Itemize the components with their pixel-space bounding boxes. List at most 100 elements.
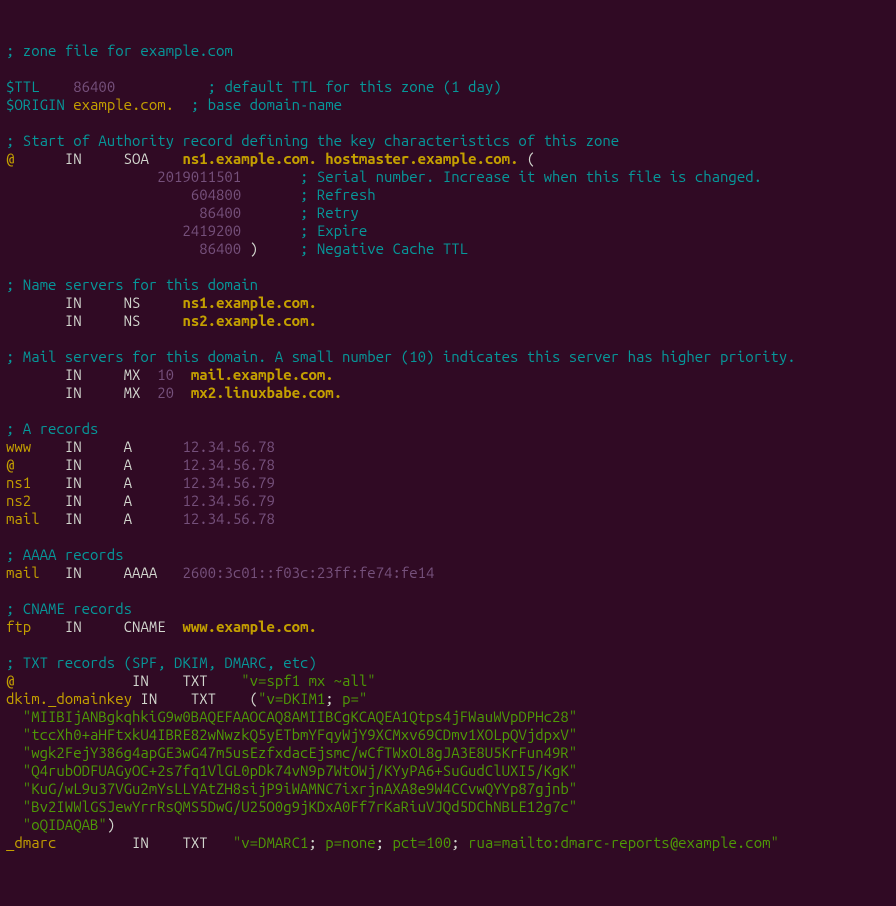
dkim-line-1: "MIIBIjANBgkqhkiG9w0BAQEFAAOCAQ8AMIIBCgK… — [6, 708, 577, 725]
comment-cname: ; CNAME records — [6, 600, 132, 617]
cname-ftp-name: ftp — [6, 618, 31, 635]
soa-mail: hostmaster.example.com. — [325, 150, 518, 167]
mx2-prio: 20 — [157, 384, 174, 401]
ttl-comment: ; default TTL for this zone (1 day) — [208, 78, 502, 95]
soa-type: SOA — [124, 150, 149, 167]
serial-cmt: ; Serial number. Increase it when this f… — [300, 168, 762, 185]
refresh-cmt: ; Refresh — [300, 186, 376, 203]
a-at-type: A — [124, 456, 132, 473]
soa-in: IN — [65, 150, 82, 167]
mx1-type: MX — [124, 366, 141, 383]
origin-directive: $ORIGIN — [6, 96, 65, 113]
ns1-in: IN — [65, 294, 82, 311]
txt-spf-name: @ — [6, 672, 14, 689]
soa-ns: ns1.example.com. — [182, 150, 316, 167]
a-at-in: IN — [65, 456, 82, 473]
a-www-type: A — [124, 438, 132, 455]
aaaa-mail-in: IN — [65, 564, 82, 581]
comment-zone: ; zone file for example.com — [6, 42, 233, 59]
txt-spf-type: TXT — [182, 672, 207, 689]
dkim-line-3: "wgk2FejY386g4apGE3wG47m5usEzfxdacEjsmc/… — [6, 744, 577, 761]
a-www-in: IN — [65, 438, 82, 455]
origin-comment: ; base domain-name — [191, 96, 342, 113]
a-ns1-name: ns1 — [6, 474, 31, 491]
a-mail-ip: 12.34.56.78 — [182, 510, 274, 527]
txt-dkim-name: dkim._domainkey — [6, 690, 132, 707]
dmarc-p: p=none — [317, 834, 376, 851]
txt-dkim-semi: ; — [325, 690, 333, 707]
txt-dmarc-type: TXT — [182, 834, 207, 851]
a-ns1-ip: 12.34.56.79 — [182, 474, 274, 491]
dkim-line-7: "oQIDAQAB" — [6, 816, 107, 833]
aaaa-mail-ip: 2600:3c01::f03c:23ff:fe74:fe14 — [182, 564, 434, 581]
a-ns1-in: IN — [65, 474, 82, 491]
dmarc-s1: ; — [308, 834, 316, 851]
a-ns1-type: A — [124, 474, 132, 491]
refresh-val: 604800 — [191, 186, 241, 203]
expire-cmt: ; Expire — [300, 222, 367, 239]
a-at-ip: 12.34.56.78 — [182, 456, 274, 473]
retry-val: 86400 — [199, 204, 241, 221]
expire-val: 2419200 — [182, 222, 241, 239]
txt-dkim-p: p=" — [334, 690, 368, 707]
cname-ftp-host: www.example.com. — [182, 618, 316, 635]
comment-txt: ; TXT records (SPF, DKIM, DMARC, etc) — [6, 654, 317, 671]
soa-at: @ — [6, 150, 14, 167]
a-mail-type: A — [124, 510, 132, 527]
txt-dmarc-in: IN — [132, 834, 149, 851]
dmarc-s2: ; — [376, 834, 384, 851]
txt-dkim-in: IN — [140, 690, 157, 707]
a-ns2-name: ns2 — [6, 492, 31, 509]
zone-file: ; zone file for example.com $TTL 86400 ;… — [6, 42, 890, 852]
dkim-line-2: "tccXh0+aHFtxkU4IBRE82wNwzkQ5yETbmYFqyWj… — [6, 726, 577, 743]
ns2-type: NS — [124, 312, 141, 329]
retry-cmt: ; Retry — [300, 204, 359, 221]
ns2-in: IN — [65, 312, 82, 329]
a-www-name: www — [6, 438, 31, 455]
comment-mx: ; Mail servers for this domain. A small … — [6, 348, 796, 365]
mx2-in: IN — [65, 384, 82, 401]
serial-val: 2019011501 — [157, 168, 241, 185]
dmarc-rua: rua=mailto:dmarc-reports@example.com" — [460, 834, 779, 851]
dmarc-s3: ; — [451, 834, 459, 851]
txt-dkim-open: ( — [250, 690, 258, 707]
mx1-prio: 10 — [157, 366, 174, 383]
ns1-host: ns1.example.com. — [182, 294, 316, 311]
origin-domain: example.com. — [73, 96, 174, 113]
txt-dmarc-name: _dmarc — [6, 834, 56, 851]
negcache-val: 86400 — [199, 240, 241, 257]
ns1-type: NS — [124, 294, 141, 311]
a-ns2-in: IN — [65, 492, 82, 509]
cname-ftp-type: CNAME — [124, 618, 166, 635]
comment-a: ; A records — [6, 420, 98, 437]
comment-aaaa: ; AAAA records — [6, 546, 124, 563]
mx1-host: mail.example.com. — [191, 366, 334, 383]
cname-ftp-in: IN — [65, 618, 82, 635]
txt-dkim-prefix: "v=DKIM1 — [258, 690, 325, 707]
comment-ns: ; Name servers for this domain — [6, 276, 258, 293]
negcache-cmt: ; Negative Cache TTL — [300, 240, 468, 257]
a-www-ip: 12.34.56.78 — [182, 438, 274, 455]
mx2-host: mx2.linuxbabe.com. — [191, 384, 342, 401]
soa-close: ) — [250, 240, 258, 257]
dkim-line-6: "Bv2IWWlGSJewYrrRsQMS5DwG/U25O0g9jKDxA0F… — [6, 798, 577, 815]
aaaa-mail-name: mail — [6, 564, 40, 581]
comment-soa: ; Start of Authority record defining the… — [6, 132, 619, 149]
dkim-line-4: "Q4rubODFUAGyOC+2s7fq1VlGL0pDk74vN9p7WtO… — [6, 762, 577, 779]
ns2-host: ns2.example.com. — [182, 312, 316, 329]
txt-spf-val: "v=spf1 mx ~all" — [241, 672, 375, 689]
txt-dkim-type: TXT — [191, 690, 216, 707]
aaaa-mail-type: AAAA — [124, 564, 158, 581]
mx1-in: IN — [65, 366, 82, 383]
mx2-type: MX — [124, 384, 141, 401]
ttl-value: 86400 — [73, 78, 115, 95]
a-mail-in: IN — [65, 510, 82, 527]
ttl-directive: $TTL — [6, 78, 40, 95]
dmarc-pct: pct=100 — [384, 834, 451, 851]
a-at-name: @ — [6, 456, 14, 473]
txt-spf-in: IN — [132, 672, 149, 689]
soa-open: ( — [527, 150, 535, 167]
a-ns2-type: A — [124, 492, 132, 509]
dkim-close: ) — [107, 816, 115, 833]
dkim-line-5: "KuG/wL9u37VGu2mYsLLYAtZH8sijP9iWAMNC7ix… — [6, 780, 577, 797]
